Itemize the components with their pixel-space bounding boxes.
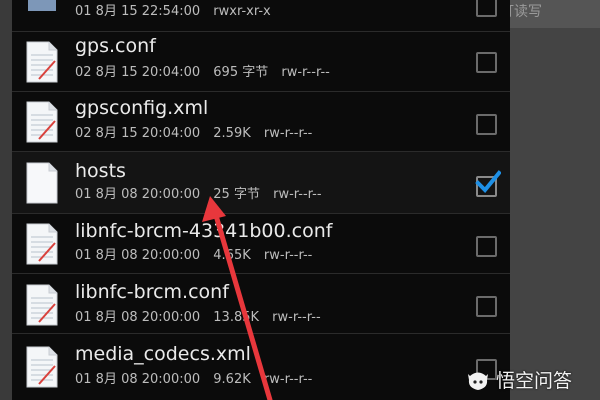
file-size: 4.65K bbox=[213, 248, 251, 263]
text-file-icon bbox=[26, 223, 58, 265]
file-meta: 01 8月 15 22:54:00 rwxr-xr-x bbox=[75, 4, 280, 20]
file-permissions: rw-r--r-- bbox=[263, 248, 313, 263]
file-date: 01 8月 08 20:00:00 bbox=[75, 187, 201, 202]
text-file-icon bbox=[26, 284, 58, 326]
wukong-logo-icon bbox=[468, 372, 488, 390]
right-background-panel bbox=[510, 0, 600, 400]
file-date: 01 8月 08 20:00:00 bbox=[75, 372, 201, 387]
file-checkbox[interactable] bbox=[476, 114, 497, 135]
file-checkbox[interactable] bbox=[476, 296, 497, 317]
watermark-text: 悟空问答 bbox=[496, 370, 573, 392]
file-size: 13.85K bbox=[213, 310, 260, 325]
file-row-folder[interactable]: 01 8月 15 22:54:00 rwxr-xr-x bbox=[12, 0, 510, 32]
file-meta: 02 8月 15 20:04:00 2.59K rw-r--r-- bbox=[75, 126, 321, 142]
file-name: media_codecs.xml bbox=[75, 343, 251, 365]
file-row-gps-conf[interactable]: gps.conf 02 8月 15 20:04:00 695 字节 rw-r--… bbox=[12, 32, 510, 92]
file-name: libnfc-brcm.conf bbox=[75, 281, 229, 303]
file-date: 02 8月 15 20:04:00 bbox=[75, 65, 201, 80]
file-checkbox[interactable] bbox=[476, 236, 497, 257]
file-meta: 01 8月 08 20:00:00 4.65K rw-r--r-- bbox=[75, 248, 321, 264]
file-permissions: rw-r--r-- bbox=[281, 65, 330, 80]
file-permissions: rw-r--r-- bbox=[263, 126, 313, 141]
file-size: 2.59K bbox=[213, 126, 251, 141]
watermark: 悟空问答 bbox=[466, 368, 594, 394]
file-size: 9.62K bbox=[213, 372, 251, 387]
file-checkbox[interactable] bbox=[476, 0, 497, 17]
file-row-libnfc-brcm-conf[interactable]: libnfc-brcm.conf 01 8月 08 20:00:00 13.85… bbox=[12, 274, 510, 334]
file-row-media-codecs-xml[interactable]: media_codecs.xml 01 8月 08 20:00:00 9.62K… bbox=[12, 334, 510, 400]
file-size: 25 字节 bbox=[213, 187, 260, 202]
text-file-icon bbox=[26, 346, 58, 388]
file-name: libnfc-brcm-43341b00.conf bbox=[75, 220, 333, 242]
file-size: 695 字节 bbox=[213, 65, 269, 80]
file-row-libnfc-brcm-43341b00[interactable]: libnfc-brcm-43341b00.conf 01 8月 08 20:00… bbox=[12, 214, 510, 274]
file-meta: 02 8月 15 20:04:00 695 字节 rw-r--r-- bbox=[75, 65, 339, 81]
text-file-icon bbox=[26, 101, 58, 143]
file-checkbox-checked[interactable] bbox=[475, 170, 501, 197]
file-meta: 01 8月 08 20:00:00 13.85K rw-r--r-- bbox=[75, 310, 330, 326]
file-name: gps.conf bbox=[75, 35, 156, 57]
file-checkbox[interactable] bbox=[476, 52, 497, 73]
file-permissions: rw-r--r-- bbox=[273, 187, 322, 202]
file-icon bbox=[26, 162, 58, 204]
checkmark-icon bbox=[475, 170, 501, 193]
file-permissions: rw-r--r-- bbox=[272, 310, 321, 325]
file-meta: 01 8月 08 20:00:00 25 字节 rw-r--r-- bbox=[75, 187, 331, 203]
file-permissions: rwxr-xr-x bbox=[213, 4, 271, 19]
file-row-hosts[interactable]: hosts 01 8月 08 20:00:00 25 字节 rw-r--r-- bbox=[12, 152, 510, 214]
text-file-icon bbox=[26, 41, 58, 83]
left-background-edge bbox=[0, 0, 12, 400]
file-permissions: rw-r--r-- bbox=[263, 372, 313, 387]
file-date: 01 8月 15 22:54:00 bbox=[75, 4, 201, 19]
file-name: hosts bbox=[75, 160, 126, 182]
file-list[interactable]: 01 8月 15 22:54:00 rwxr-xr-x gps.conf 02 … bbox=[12, 0, 510, 400]
folder-icon bbox=[28, 0, 56, 11]
file-meta: 01 8月 08 20:00:00 9.62K rw-r--r-- bbox=[75, 372, 321, 388]
file-date: 01 8月 08 20:00:00 bbox=[75, 248, 201, 263]
file-date: 02 8月 15 20:04:00 bbox=[75, 126, 201, 141]
file-date: 01 8月 08 20:00:00 bbox=[75, 310, 201, 325]
file-name: gpsconfig.xml bbox=[75, 97, 209, 119]
file-row-gpsconfig-xml[interactable]: gpsconfig.xml 02 8月 15 20:04:00 2.59K rw… bbox=[12, 92, 510, 152]
